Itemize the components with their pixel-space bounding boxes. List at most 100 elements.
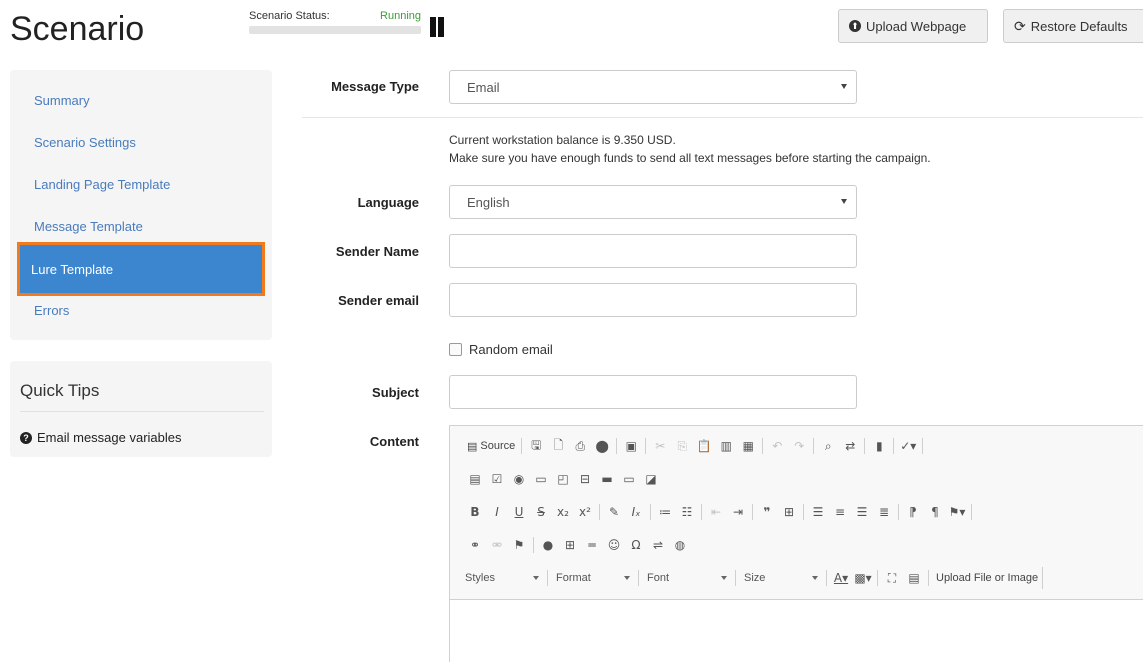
underline-icon[interactable]: U: [508, 501, 530, 523]
save-icon[interactable]: 🖫: [525, 435, 547, 457]
print-icon[interactable]: ⬤: [591, 435, 613, 457]
horizontal-line-icon[interactable]: ═: [581, 534, 603, 556]
balance-line-1: Current workstation balance is 9.350 USD…: [449, 133, 676, 147]
page-break-icon[interactable]: ⇌: [647, 534, 669, 556]
quick-tips-title: Quick Tips: [20, 381, 100, 400]
cut-icon[interactable]: ✂: [649, 435, 671, 457]
balance-line-2: Make sure you have enough funds to send …: [449, 151, 931, 165]
status-progress-bar: [249, 26, 421, 34]
select-all-icon[interactable]: ▮: [868, 435, 890, 457]
new-page-icon[interactable]: 🗋: [547, 435, 569, 457]
flash-icon[interactable]: ●: [537, 534, 559, 556]
paste-text-icon[interactable]: ▥: [715, 435, 737, 457]
ltr-icon[interactable]: ⁋: [902, 501, 924, 523]
scenario-status: Scenario Status: Running: [249, 10, 421, 36]
font-dropdown[interactable]: Font: [642, 567, 732, 589]
strikethrough-icon[interactable]: S: [530, 501, 552, 523]
source-icon: ▤: [467, 440, 478, 453]
preview-icon[interactable]: ⎙: [569, 435, 591, 457]
button-field-icon[interactable]: ▬: [596, 468, 618, 490]
balance-info: Current workstation balance is 9.350 USD…: [449, 131, 931, 167]
show-blocks-icon[interactable]: ▤: [903, 567, 925, 589]
message-type-value: Email: [467, 79, 500, 95]
redo-icon[interactable]: ↷: [788, 435, 810, 457]
align-right-icon[interactable]: ☰: [851, 501, 873, 523]
copy-icon[interactable]: ⎘: [671, 435, 693, 457]
background-color-icon[interactable]: ▩▾: [852, 567, 874, 589]
paste-word-icon[interactable]: ▦: [737, 435, 759, 457]
language-icon[interactable]: ⚑▾: [946, 501, 968, 523]
upload-webpage-button[interactable]: ⬆ Upload Webpage: [838, 9, 988, 43]
textfield-icon[interactable]: ▭: [530, 468, 552, 490]
superscript-icon[interactable]: x²: [574, 501, 596, 523]
chevron-down-icon: [841, 199, 847, 204]
form-icon[interactable]: ▤: [464, 468, 486, 490]
indent-icon[interactable]: ⇥: [727, 501, 749, 523]
font-label: Font: [647, 572, 670, 584]
align-left-icon[interactable]: ☰: [807, 501, 829, 523]
chevron-down-icon: [841, 84, 847, 89]
table-icon[interactable]: ⊞: [559, 534, 581, 556]
replace-icon[interactable]: ⇄: [839, 435, 861, 457]
hidden-field-icon[interactable]: ◪: [640, 468, 662, 490]
iframe-icon[interactable]: ◍: [669, 534, 691, 556]
find-icon[interactable]: ⌕: [817, 435, 839, 457]
upload-file-button[interactable]: Upload File or Image: [932, 567, 1044, 589]
sidebar-item-message-template[interactable]: Message Template: [20, 206, 262, 246]
size-label: Size: [744, 572, 766, 584]
undo-icon[interactable]: ↶: [766, 435, 788, 457]
unlink-icon[interactable]: ⚮: [486, 534, 508, 556]
quick-tips-divider: [20, 411, 264, 412]
email-variables-link[interactable]: ? Email message variables: [20, 430, 182, 445]
templates-icon[interactable]: ▣: [620, 435, 642, 457]
div-container-icon[interactable]: ⊞: [778, 501, 800, 523]
radio-icon[interactable]: ◉: [508, 468, 530, 490]
image-button-icon[interactable]: ▭: [618, 468, 640, 490]
message-type-select[interactable]: Email: [449, 70, 857, 104]
bulleted-list-icon[interactable]: ☷: [676, 501, 698, 523]
source-label: Source: [480, 440, 516, 452]
size-dropdown[interactable]: Size: [739, 567, 823, 589]
source-button[interactable]: ▤ Source: [464, 435, 518, 457]
justify-icon[interactable]: ≣: [873, 501, 895, 523]
italic-icon[interactable]: I: [486, 501, 508, 523]
blockquote-icon[interactable]: ❞: [756, 501, 778, 523]
message-type-label: Message Type: [331, 79, 419, 94]
bold-icon[interactable]: B: [464, 501, 486, 523]
special-char-icon[interactable]: Ω: [625, 534, 647, 556]
text-color-icon[interactable]: A▾: [830, 567, 852, 589]
align-center-icon[interactable]: ≡: [829, 501, 851, 523]
select-field-icon[interactable]: ⊟: [574, 468, 596, 490]
chevron-down-icon: [812, 576, 818, 580]
paste-icon[interactable]: 📋: [693, 435, 715, 457]
link-icon[interactable]: ⚭: [464, 534, 486, 556]
outdent-icon[interactable]: ⇤: [705, 501, 727, 523]
checkbox-icon[interactable]: ☑: [486, 468, 508, 490]
random-email-checkbox[interactable]: [449, 343, 462, 356]
copy-format-icon[interactable]: ✎: [603, 501, 625, 523]
subscript-icon[interactable]: x₂: [552, 501, 574, 523]
numbered-list-icon[interactable]: ≔: [654, 501, 676, 523]
maximize-icon[interactable]: ⛶: [881, 567, 903, 589]
subject-input[interactable]: [449, 375, 857, 409]
sender-name-input[interactable]: [449, 234, 857, 268]
textarea-icon[interactable]: ◰: [552, 468, 574, 490]
form-divider: [302, 117, 1143, 118]
rtl-icon[interactable]: ¶: [924, 501, 946, 523]
format-dropdown[interactable]: Format: [551, 567, 635, 589]
editor-content-area[interactable]: [450, 601, 1143, 662]
page-title: Scenario: [10, 10, 145, 48]
restore-defaults-button[interactable]: ⟳ Restore Defaults: [1003, 9, 1143, 43]
pause-icon[interactable]: [428, 17, 446, 37]
sender-email-input[interactable]: [449, 283, 857, 317]
spellcheck-icon[interactable]: ✓▾: [897, 435, 919, 457]
upload-icon: ⬆: [849, 20, 861, 32]
remove-format-icon[interactable]: Iₓ: [625, 501, 647, 523]
smiley-icon[interactable]: ☺: [603, 534, 625, 556]
language-select[interactable]: English: [449, 185, 857, 219]
anchor-flag-icon[interactable]: ⚑: [508, 534, 530, 556]
content-label: Content: [369, 434, 419, 449]
styles-dropdown[interactable]: Styles: [460, 567, 544, 589]
sidebar-item-scenario-settings[interactable]: Scenario Settings: [20, 122, 262, 162]
scenario-status-value: Running: [380, 10, 421, 22]
